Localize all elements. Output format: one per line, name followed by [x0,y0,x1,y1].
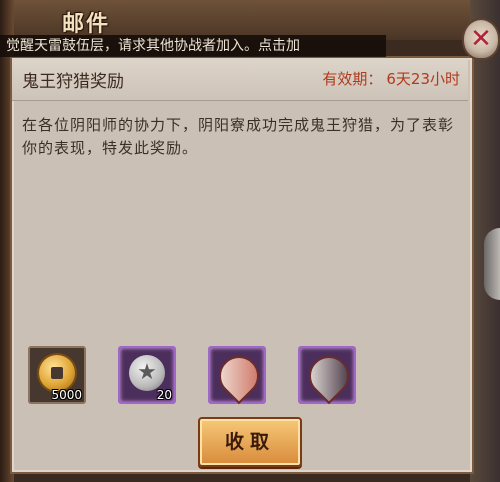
mail-title: 鬼王狩猎奖励 [22,72,124,92]
seal-medal-icon: ★ [129,355,165,391]
reward-item-card-2[interactable] [298,346,358,405]
expiry-label: 有效期： [322,70,383,88]
reward-item-card-1[interactable] [208,346,268,405]
announcement-ticker[interactable]: 觉醒天雷鼓伍层，请求其他协战者加入。点击加 [0,35,386,57]
close-icon[interactable]: ✕ [464,20,498,58]
collect-button[interactable]: 收取 [198,417,302,467]
reward-count: 5000 [51,388,82,402]
shikigami-card-icon [210,347,268,405]
expiry: 有效期： 6天23小时 [322,68,460,89]
gold-coin-icon [39,355,75,391]
reward-item-seal[interactable]: ★ 20 [118,346,176,404]
mail-body: 在各位阴阳师的协力下，阴阳寮成功完成鬼王狩猎，为了表彰你的表现，特发此奖励。 [22,116,455,157]
side-handle[interactable] [484,228,500,300]
reward-count: 20 [156,388,172,402]
page-title: 邮件 [62,12,111,37]
reward-item-gold[interactable]: 5000 [28,346,86,404]
shikigami-card-icon [300,347,358,405]
expiry-value: 6天23小时 [386,70,460,88]
